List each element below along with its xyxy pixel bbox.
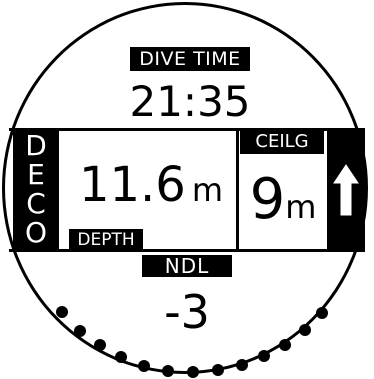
progress-dot [212, 364, 224, 376]
progress-dot [138, 360, 150, 372]
deco-letter-o: O [24, 216, 48, 249]
deco-letter-d: D [25, 129, 47, 162]
progress-dot [236, 359, 248, 371]
progress-dot [74, 325, 86, 337]
deco-letter-c: C [26, 187, 46, 220]
depth-label: DEPTH [69, 229, 143, 251]
dive-time-value: 21:35 [129, 77, 251, 126]
progress-dot [115, 351, 127, 363]
ceiling-unit: m [285, 188, 317, 226]
depth-unit: m [191, 171, 224, 209]
depth-ceiling-divider [236, 128, 239, 252]
ascend-indicator [327, 128, 365, 252]
progress-dot [162, 365, 174, 377]
progress-dot [56, 306, 68, 318]
ceiling-label: CEILG [240, 130, 324, 154]
progress-dot [299, 324, 311, 336]
progress-dot [187, 366, 199, 378]
ndl-label: NDL [142, 255, 232, 277]
dive-time-label: DIVE TIME [130, 47, 250, 71]
progress-dot [316, 307, 328, 319]
progress-dot [258, 350, 270, 362]
progress-dot [94, 339, 106, 351]
depth-value: 11.6 [78, 157, 186, 213]
ascend-arrow-icon [333, 164, 359, 216]
ndl-value: -3 [164, 285, 210, 339]
progress-dot [279, 339, 291, 351]
depth-readout: 11.6 m [66, 150, 236, 220]
ceiling-readout: 9m [240, 162, 326, 238]
deco-letter-e: E [27, 158, 45, 191]
ceiling-value: 9 [249, 167, 286, 232]
